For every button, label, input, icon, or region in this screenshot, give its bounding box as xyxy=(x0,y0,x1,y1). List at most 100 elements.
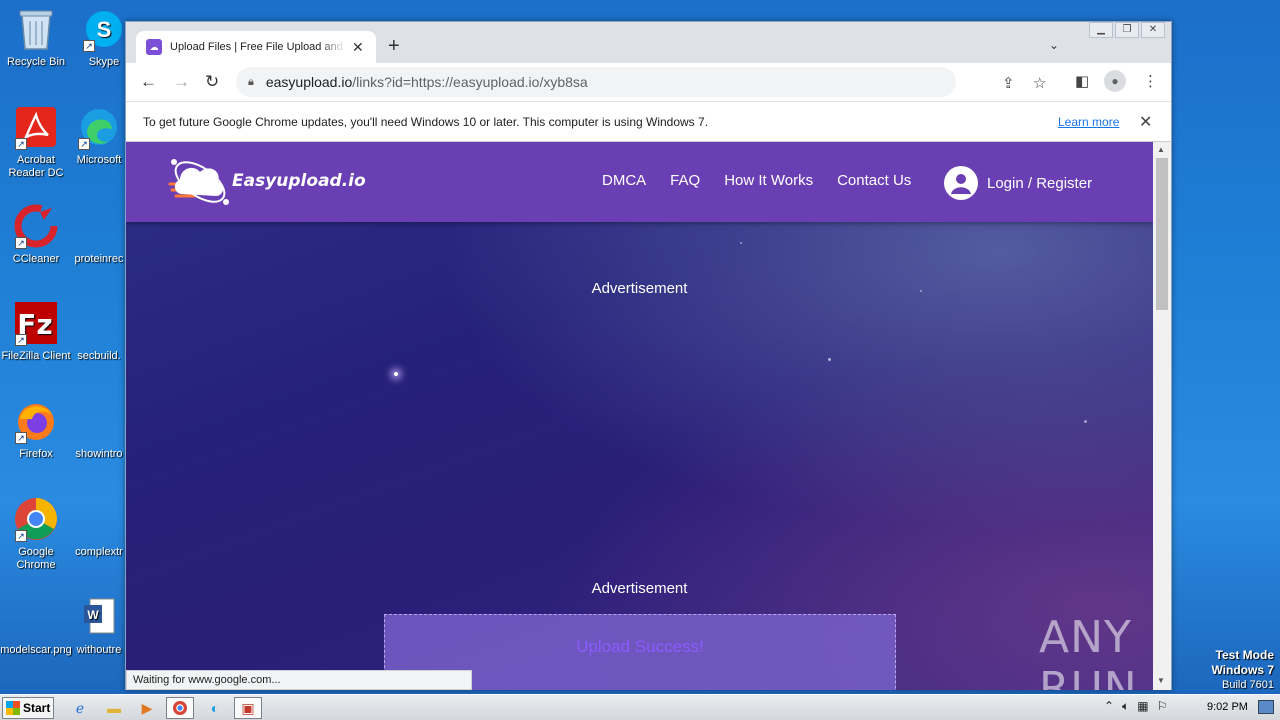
desktop-icon-proteinrec[interactable]: proteinrec xyxy=(74,203,124,266)
filezilla-icon: Fz ↗ xyxy=(13,300,59,346)
page-viewport: Easyupload.io DMCA FAQ How It Works Cont… xyxy=(126,142,1153,690)
upload-success-title: Upload Success! xyxy=(576,637,704,656)
update-infobar: To get future Google Chrome updates, you… xyxy=(126,101,1171,142)
desktop-icon-label: Acrobat Reader DC xyxy=(8,154,64,179)
easyupload-favicon-icon: ☁ xyxy=(146,39,162,55)
profile-avatar-icon[interactable]: ● xyxy=(1104,70,1126,92)
back-button[interactable]: ← xyxy=(140,72,157,92)
desktop-icon-label: FileZilla Client xyxy=(1,350,71,362)
desktop-icon-firefox[interactable]: ↗ Firefox xyxy=(0,398,72,461)
scroll-thumb[interactable] xyxy=(1156,158,1168,310)
sparkle-star xyxy=(394,372,398,376)
desktop-icon-label: modelscar.png xyxy=(0,644,72,656)
desktop-icon-complextr[interactable]: complextr xyxy=(74,496,124,559)
cloud-logo-icon xyxy=(168,159,229,205)
taskbar-clock[interactable]: 9:02 PM xyxy=(1207,701,1248,713)
test-mode-line: Build 7601 xyxy=(1222,679,1274,691)
system-tray: ⌃ 🔈︎ ▦ ⚐ xyxy=(1104,699,1167,714)
desktop-icon-recycle-bin[interactable]: Recycle Bin xyxy=(0,6,72,69)
start-label: Start xyxy=(23,701,51,715)
taskbar-ie-icon[interactable]: ℯ xyxy=(66,697,94,719)
side-panel-icon[interactable]: ◧ xyxy=(1075,72,1089,90)
forward-button[interactable]: → xyxy=(173,72,190,92)
desktop-icon-acrobat[interactable]: ↗ Acrobat Reader DC xyxy=(0,104,72,180)
taskbar-explorer-icon[interactable]: ▬ xyxy=(100,697,128,719)
sparkle-star xyxy=(828,358,831,361)
desktop-icon-label: showintro xyxy=(75,448,123,460)
advertisement-label: Advertisement xyxy=(591,280,688,297)
desktop-icon-showintro[interactable]: showintro xyxy=(74,398,124,461)
taskbar-chrome-icon[interactable] xyxy=(166,697,194,719)
edge-icon: ↗ xyxy=(76,104,122,150)
infobar-close-icon[interactable]: ✕ xyxy=(1139,112,1152,132)
desktop-icon-secbuild[interactable]: secbuild. xyxy=(74,300,124,363)
site-logo[interactable]: Easyupload.io xyxy=(168,154,366,208)
browser-toolbar: ← → ↻ 🔒︎ easyupload.io/links?id=https://… xyxy=(126,63,1171,101)
infobar-message: To get future Google Chrome updates, you… xyxy=(143,115,709,129)
login-register-button[interactable]: Login / Register xyxy=(944,166,1092,200)
desktop-icon-label: proteinrec xyxy=(74,253,124,265)
taskbar-app-icon[interactable]: ▣ xyxy=(234,697,262,719)
desktop-icon-chrome[interactable]: ↗ Google Chrome xyxy=(0,496,72,572)
action-center-flag-icon[interactable]: ⚐ xyxy=(1157,699,1168,714)
desktop-icon-label: withoutre xyxy=(76,644,122,656)
browser-window: ▁ ❐ ✕ ☁ Upload Files | Free File Upload … xyxy=(125,21,1172,690)
desktop-icon-ccleaner[interactable]: ↗ CCleaner xyxy=(0,203,72,266)
sparkle-star xyxy=(740,242,742,244)
skype-icon: S ↗ xyxy=(81,6,127,52)
scroll-up-icon[interactable]: ▲ xyxy=(1157,145,1165,154)
file-icon xyxy=(76,203,122,249)
svg-text:S: S xyxy=(97,17,112,42)
anyrun-watermark: ANY RUN xyxy=(1039,612,1138,690)
nav-how-it-works[interactable]: How It Works xyxy=(724,172,813,189)
recycle-bin-icon xyxy=(13,6,59,52)
tab-search-chevron-icon[interactable]: ⌄ xyxy=(1049,38,1059,52)
show-hidden-icons-icon[interactable]: ⌃ xyxy=(1104,699,1114,714)
share-icon[interactable]: ⇪ xyxy=(1002,74,1015,92)
taskbar-edge-icon[interactable]: ◐ xyxy=(201,697,229,719)
show-desktop-button[interactable] xyxy=(1258,700,1274,714)
desktop-icon-filezilla[interactable]: Fz ↗ FileZilla Client xyxy=(0,300,72,363)
desktop-icon-modelscar[interactable]: modelscar.png xyxy=(0,594,72,657)
nav-faq[interactable]: FAQ xyxy=(670,172,700,189)
image-file-icon xyxy=(13,594,59,640)
sparkle-star xyxy=(1084,420,1087,423)
page-scrollbar[interactable]: ▲ ▼ xyxy=(1153,142,1171,690)
tab-active[interactable]: ☁ Upload Files | Free File Upload and Tr… xyxy=(136,31,376,63)
learn-more-link[interactable]: Learn more xyxy=(1058,115,1119,129)
minimize-button[interactable]: ▁ xyxy=(1089,22,1113,38)
bookmark-star-icon[interactable]: ☆ xyxy=(1033,74,1046,92)
chrome-menu-icon[interactable]: ⋮ xyxy=(1143,72,1158,90)
restore-button[interactable]: ❐ xyxy=(1115,22,1139,38)
logo-text: Easyupload.io xyxy=(232,171,366,191)
test-mode-line: Test Mode xyxy=(1215,648,1274,662)
file-icon xyxy=(76,300,122,346)
tab-title: Upload Files | Free File Upload and Tran… xyxy=(170,41,346,53)
reload-button[interactable]: ↻ xyxy=(205,72,219,92)
address-bar[interactable]: 🔒︎ easyupload.io/links?id=https://easyup… xyxy=(236,67,1046,97)
test-mode-line: Windows 7 xyxy=(1211,663,1274,677)
volume-icon[interactable]: 🔈︎ xyxy=(1122,699,1129,714)
file-icon xyxy=(76,398,122,444)
ccleaner-icon: ↗ xyxy=(13,203,59,249)
tab-close-icon[interactable]: ✕ xyxy=(352,39,364,56)
taskbar: Start ℯ ▬ ▶ ◐ ▣ ⌃ 🔈︎ ▦ ⚐ 9:02 PM xyxy=(0,694,1280,720)
taskbar-media-player-icon[interactable]: ▶ xyxy=(133,697,161,719)
close-window-button[interactable]: ✕ xyxy=(1141,22,1165,38)
desktop-icon-withoutre[interactable]: W withoutre xyxy=(74,594,124,657)
windows-logo-icon xyxy=(6,701,20,715)
network-icon[interactable]: ▦ xyxy=(1137,699,1148,714)
url-path: /links?id=https://easyupload.io/xyb8sa xyxy=(352,74,588,90)
desktop-icon-label: secbuild. xyxy=(77,350,121,362)
desktop-icon-label: Recycle Bin xyxy=(6,56,66,68)
acrobat-icon: ↗ xyxy=(13,104,59,150)
new-tab-button[interactable]: + xyxy=(388,35,400,58)
start-button[interactable]: Start xyxy=(2,697,54,719)
scroll-down-icon[interactable]: ▼ xyxy=(1157,676,1165,685)
nav-contact-us[interactable]: Contact Us xyxy=(837,172,911,189)
test-mode-notice: Test Mode Windows 7 Build 7601 xyxy=(1211,648,1274,692)
file-icon xyxy=(76,496,122,542)
chrome-icon: ↗ xyxy=(13,496,59,542)
nav-dmca[interactable]: DMCA xyxy=(602,172,646,189)
desktop-icon-edge[interactable]: ↗ Microsoft xyxy=(74,104,124,167)
